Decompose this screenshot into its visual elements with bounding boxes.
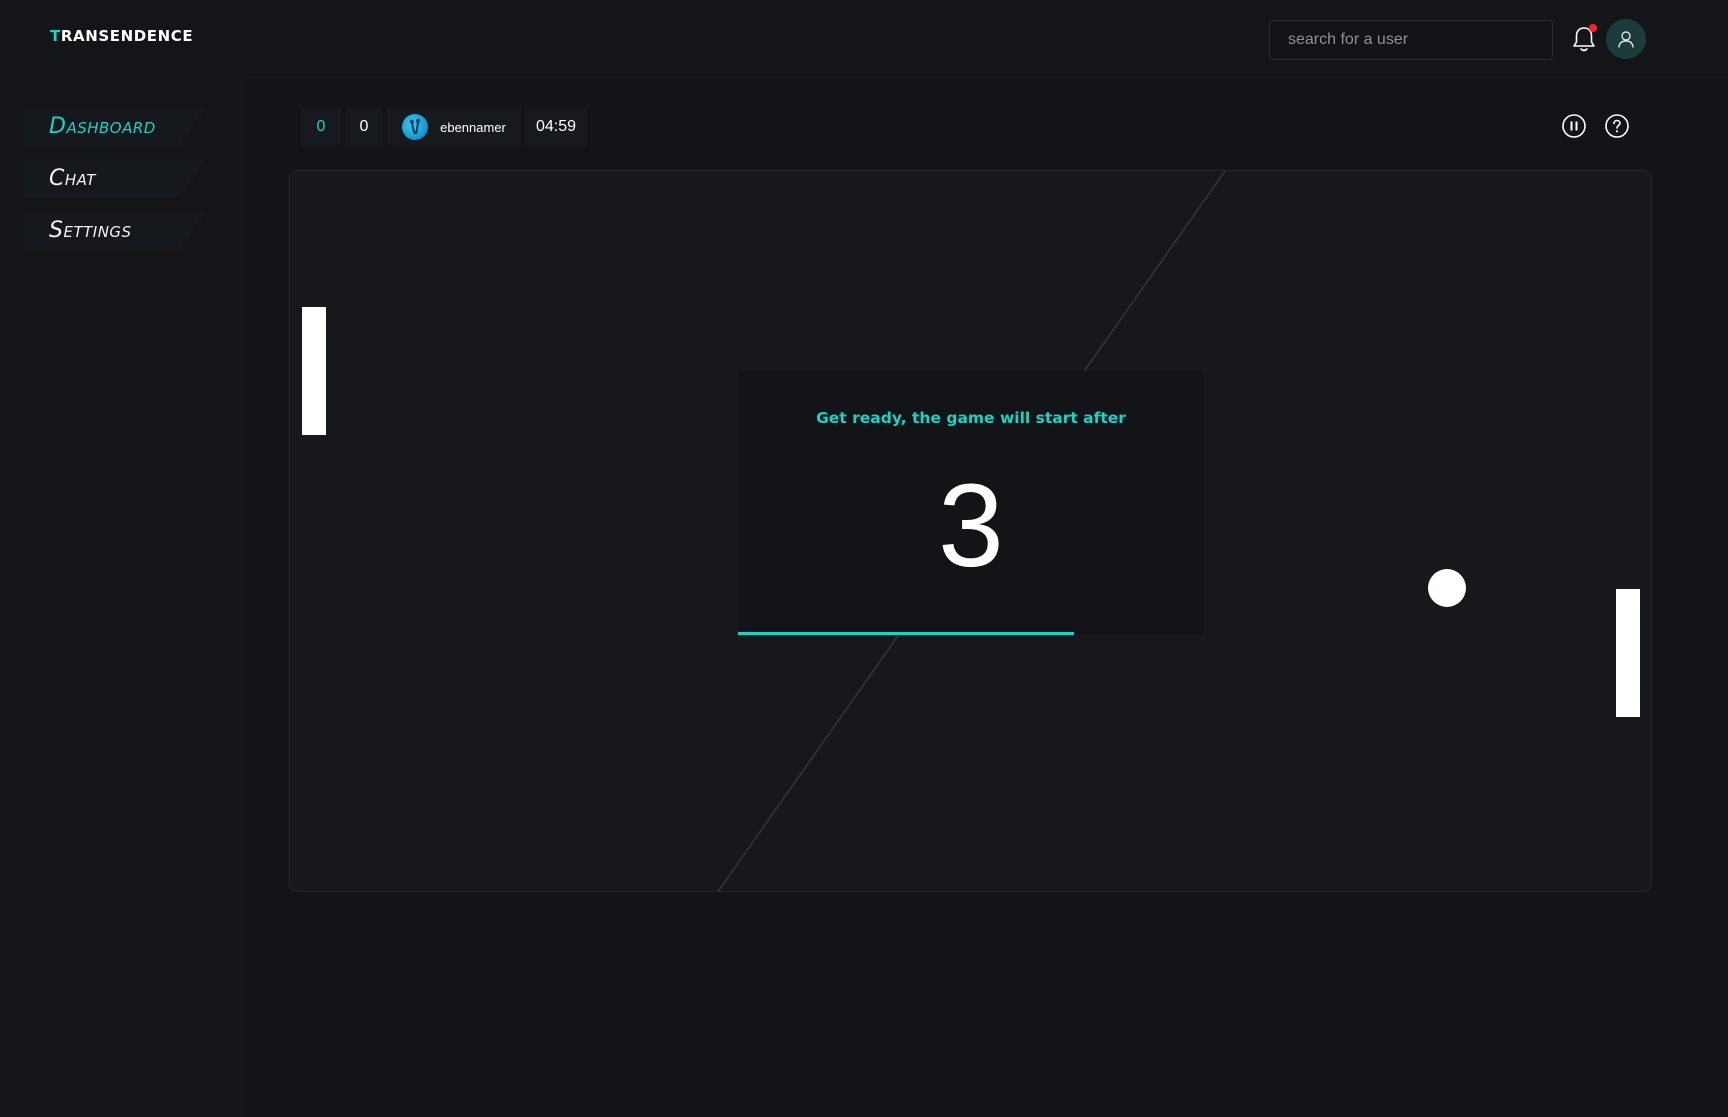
pause-button[interactable] [1560, 112, 1588, 140]
top-header: TRANSENDENCE [0, 0, 1728, 78]
sidebar-item-dashboard[interactable]: Dashboard [24, 108, 206, 145]
countdown-number: 3 [938, 460, 1004, 592]
sidebar-item-chat[interactable]: Chat [24, 160, 206, 197]
unread-badge [1589, 24, 1597, 32]
app-root: TRANSENDENCE Dashboard Chat Settings 0 0 [0, 0, 1728, 1117]
game-board[interactable]: Get ready, the game will start after 3 [289, 170, 1652, 892]
opponent-name: ebennamer [440, 119, 506, 135]
game-timer: 04:59 [525, 108, 587, 146]
app-logo[interactable]: TRANSENDENCE [50, 27, 193, 45]
logo-initial: T [50, 27, 61, 45]
sidebar-item-settings[interactable]: Settings [24, 212, 206, 249]
player-score: 0 [301, 108, 341, 146]
help-button[interactable] [1603, 112, 1631, 140]
right-paddle [1616, 589, 1640, 717]
opponent-info[interactable]: ebennamer [387, 108, 521, 146]
countdown-progress-fill [738, 632, 1074, 635]
countdown-overlay: Get ready, the game will start after 3 [738, 371, 1204, 635]
sidebar: Dashboard Chat Settings [0, 78, 244, 1117]
help-icon [1605, 114, 1629, 138]
opponent-avatar [402, 114, 429, 140]
user-icon [1618, 31, 1634, 48]
pause-icon [1562, 114, 1586, 138]
opponent-score: 0 [345, 108, 383, 146]
countdown-progress [738, 632, 1204, 635]
countdown-message: Get ready, the game will start after [816, 409, 1126, 427]
user-search-input[interactable] [1269, 20, 1553, 60]
logo-text: RANSENDENCE [60, 27, 194, 45]
profile-button[interactable] [1606, 19, 1646, 59]
game-ball [1428, 569, 1466, 607]
notifications-button[interactable] [1570, 24, 1598, 54]
left-paddle [302, 307, 326, 435]
